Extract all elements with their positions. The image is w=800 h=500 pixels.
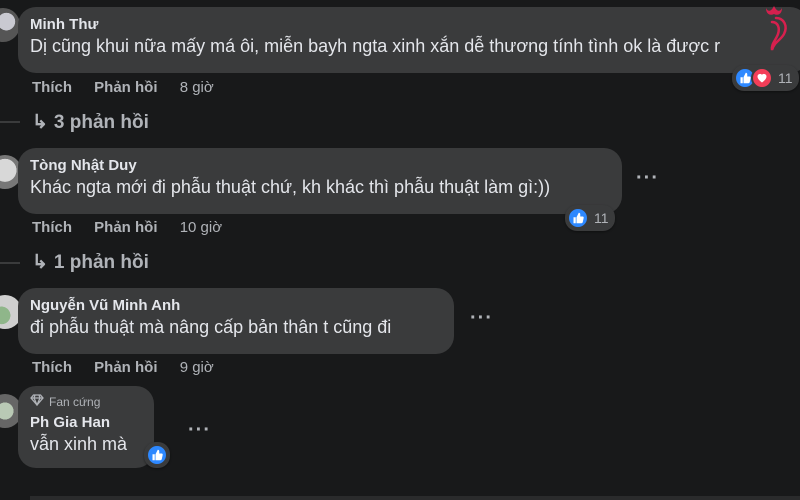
reply-arrow-icon: ↳ — [32, 112, 48, 133]
thread-line — [0, 262, 20, 264]
comment-bubble: Tòng Nhật Duy Khác ngta mới đi phẫu thuậ… — [18, 148, 622, 214]
reply-arrow-icon: ↳ — [32, 252, 48, 273]
divider — [30, 496, 800, 500]
timestamp[interactable]: 8 giờ — [180, 79, 214, 96]
thread-line — [0, 121, 20, 123]
comment-actions: Thích Phản hồi 10 giờ — [32, 219, 240, 236]
commenter-name[interactable]: Nguyễn Vũ Minh Anh — [30, 296, 442, 315]
replies-count-label: 1 phản hồi — [53, 251, 149, 273]
avatar[interactable] — [0, 8, 20, 42]
more-options-button[interactable]: ··· — [636, 167, 659, 190]
comment-bubble: Fan cứng Ph Gia Han vẫn xinh mà — [18, 386, 154, 468]
like-icon — [146, 444, 168, 466]
view-replies-link[interactable]: ↳ 3 phản hồi — [32, 111, 149, 134]
reaction-summary[interactable]: 11 — [565, 205, 615, 231]
reaction-summary[interactable] — [144, 442, 170, 468]
reaction-count: 11 — [594, 210, 609, 226]
like-icon — [567, 207, 589, 229]
comment-actions: Thích Phản hồi 9 giờ — [32, 359, 232, 376]
commenter-name[interactable]: Tòng Nhật Duy — [30, 156, 610, 175]
reply-button[interactable]: Phản hồi — [94, 219, 157, 236]
like-button[interactable]: Thích — [32, 219, 72, 236]
comment-text: vẫn xinh mà — [30, 434, 128, 454]
comment-bubble: Nguyễn Vũ Minh Anh đi phẫu thuật mà nâng… — [18, 288, 454, 354]
reply-button[interactable]: Phản hồi — [94, 79, 157, 96]
comment-text: đi phẫu thuật mà nâng cấp bản thân t cũn… — [30, 317, 392, 337]
reply-button[interactable]: Phản hồi — [94, 359, 157, 376]
love-icon — [751, 67, 773, 89]
replies-count-label: 3 phản hồi — [53, 111, 149, 133]
more-options-button[interactable]: ··· — [470, 307, 493, 330]
comment-text: Khác ngta mới đi phẫu thuật chứ, kh khác… — [30, 177, 551, 197]
reaction-summary[interactable]: 11 — [732, 65, 799, 91]
commenter-name[interactable]: Ph Gia Han — [30, 413, 142, 432]
like-button[interactable]: Thích — [32, 79, 72, 96]
comment-actions: Thích Phản hồi 8 giờ — [32, 79, 232, 96]
timestamp[interactable]: 10 giờ — [180, 219, 222, 236]
timestamp[interactable]: 9 giờ — [180, 359, 214, 376]
diamond-icon — [30, 394, 44, 410]
like-button[interactable]: Thích — [32, 359, 72, 376]
commenter-name[interactable]: Minh Thư — [30, 15, 796, 34]
comment-text: Dị cũng khui nữa mấy má ôi, miễn bayh ng… — [30, 36, 721, 56]
fan-badge[interactable]: Fan cứng — [30, 394, 142, 410]
reaction-count: 11 — [778, 70, 793, 86]
fan-badge-label: Fan cứng — [49, 395, 101, 409]
view-replies-link[interactable]: ↳ 1 phản hồi — [32, 251, 149, 274]
comment-bubble: Minh Thư Dị cũng khui nữa mấy má ôi, miễ… — [18, 7, 800, 73]
brand-logo-icon — [766, 6, 787, 51]
more-options-button[interactable]: ··· — [188, 419, 211, 442]
